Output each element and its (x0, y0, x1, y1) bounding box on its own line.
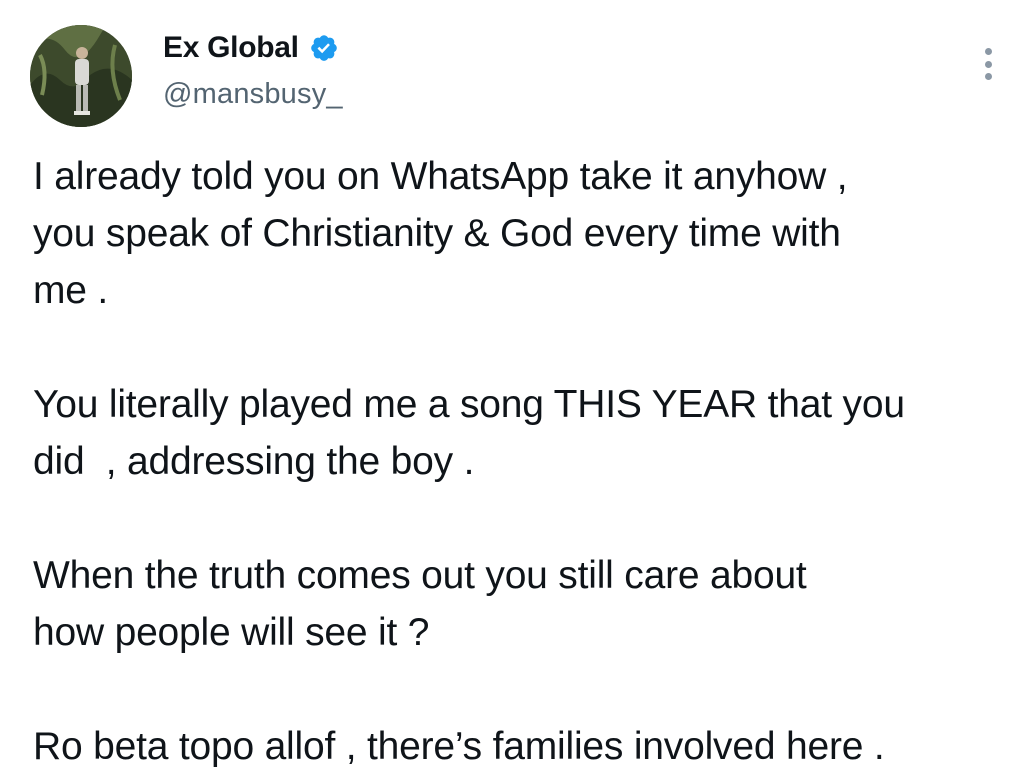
tweet-text: I already told you on WhatsApp take it a… (33, 148, 1018, 775)
tweet-paragraph: I already told you on WhatsApp take it a… (33, 155, 848, 312)
author-handle[interactable]: @mansbusy_ (163, 78, 343, 111)
tweet-header: Ex Global @mansbusy_ (163, 28, 343, 111)
tweet-paragraph: You literally played me a song THIS YEAR… (33, 383, 905, 483)
more-vertical-icon[interactable] (976, 44, 1000, 84)
verified-badge-icon (310, 35, 337, 61)
tweet-paragraph: Ro beta topo allof , there’s families in… (33, 725, 885, 768)
more-dot (984, 73, 992, 80)
tweet-paragraph: When the truth comes out you still care … (33, 554, 807, 654)
avatar-photo (30, 25, 132, 127)
more-dot (984, 48, 992, 55)
more-dot (984, 60, 992, 68)
author-display-name[interactable]: Ex Global (163, 31, 299, 65)
author-avatar[interactable] (30, 25, 132, 127)
tweet-card: Ex Global @mansbusy_ I already told you … (0, 0, 1024, 777)
author-name-row: Ex Global (163, 28, 343, 68)
